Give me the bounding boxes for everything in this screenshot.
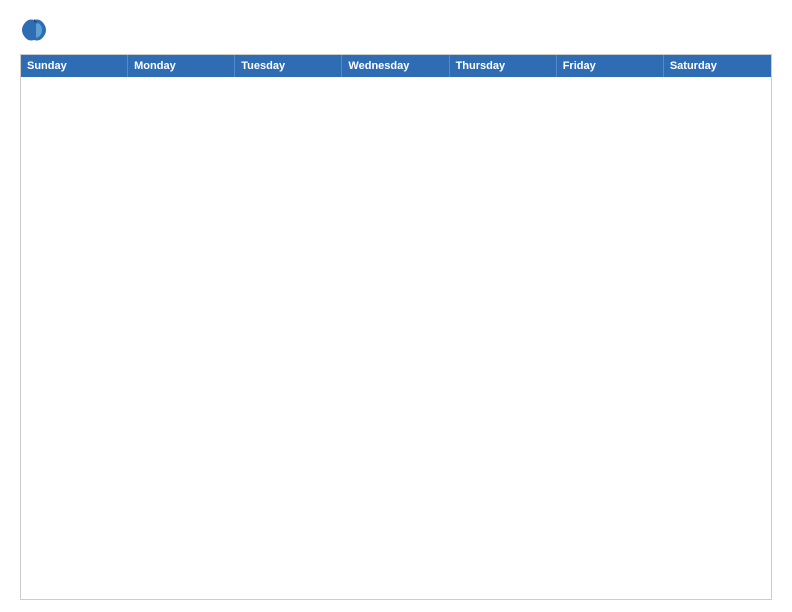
calendar-body xyxy=(21,77,771,599)
weekday-header: Sunday xyxy=(21,55,128,77)
weekday-header: Tuesday xyxy=(235,55,342,77)
calendar-header: SundayMondayTuesdayWednesdayThursdayFrid… xyxy=(21,55,771,77)
weekday-header: Thursday xyxy=(450,55,557,77)
weekday-header: Wednesday xyxy=(342,55,449,77)
header xyxy=(20,16,772,44)
weekday-header: Friday xyxy=(557,55,664,77)
weekday-header: Monday xyxy=(128,55,235,77)
logo-icon xyxy=(20,16,48,44)
weekday-header: Saturday xyxy=(664,55,771,77)
logo xyxy=(20,16,52,44)
page: SundayMondayTuesdayWednesdayThursdayFrid… xyxy=(0,0,792,612)
calendar: SundayMondayTuesdayWednesdayThursdayFrid… xyxy=(20,54,772,600)
